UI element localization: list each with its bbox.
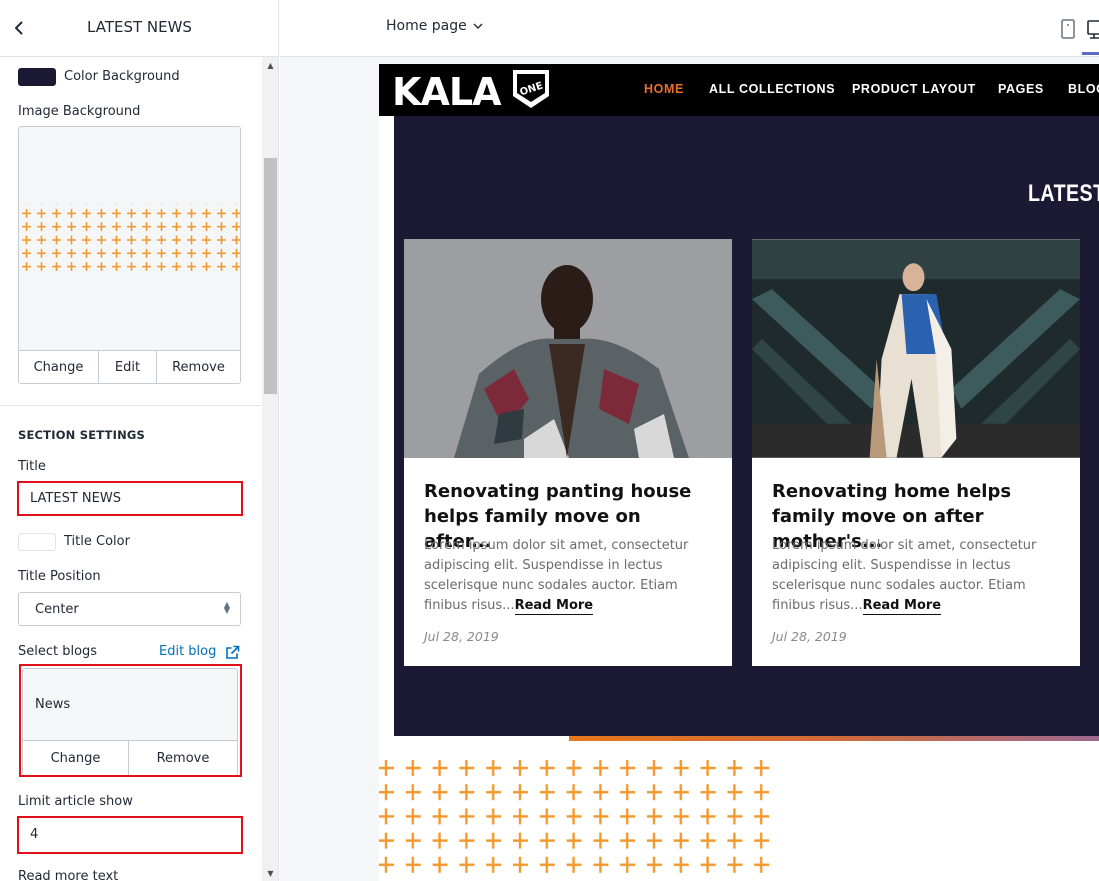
svg-text:KALA: KALA [392,70,502,113]
blog-change-button[interactable]: Change [23,741,129,775]
sidebar-header: LATEST NEWS [0,0,278,57]
preview-canvas: KALA ONE HOME ALL COLLECTIONS PRODUCT LA… [280,57,1099,881]
title-label: Title [18,459,46,474]
nav-product-layout[interactable]: PRODUCT LAYOUT [852,82,976,96]
article-image[interactable] [752,239,1080,458]
title-input[interactable]: LATEST NEWS [20,483,240,513]
section-divider [0,405,262,406]
color-background-swatch[interactable] [18,68,56,86]
mobile-view-icon[interactable] [1059,19,1077,39]
sidebar-title: LATEST NEWS [87,18,192,36]
plus-pattern-preview [19,204,240,271]
title-position-value: Center [35,601,79,617]
latest-news-section: LATEST Renovating panting house helps fa… [394,116,1099,736]
store-navbar: KALA ONE HOME ALL COLLECTIONS PRODUCT LA… [379,64,1099,116]
title-color-swatch[interactable] [18,533,56,551]
nav-all-collections[interactable]: ALL COLLECTIONS [709,82,835,96]
selected-blog-name: News [35,697,71,712]
kala-logo[interactable]: KALA ONE [392,67,552,113]
decorative-gradient-strip [569,736,1099,741]
external-link-icon[interactable] [225,645,240,660]
nav-pages[interactable]: PAGES [998,82,1044,96]
read-more-text-label: Read more text [18,869,119,881]
chevron-down-icon [473,23,483,29]
sidebar-scrollbar[interactable]: ▲ ▼ [262,57,278,881]
page-selector[interactable]: Home page [386,18,483,34]
image-background-picker: Change Edit Remove [18,126,241,384]
image-background-label: Image Background [18,104,141,119]
article-card[interactable]: Renovating home helps family move on aft… [752,239,1080,666]
plus-pattern [379,758,771,878]
article-date: Jul 28, 2019 [424,629,499,644]
blog-remove-button[interactable]: Remove [129,741,237,775]
image-edit-button[interactable]: Edit [99,351,157,383]
article-image[interactable] [404,239,732,458]
title-position-select[interactable]: Center ▲ ▼ [18,592,241,626]
article-excerpt: Lorem ipsum dolor sit amet, consectetur … [772,536,1062,616]
image-remove-button[interactable]: Remove [157,351,240,383]
settings-sidebar: LATEST NEWS Color Background Image Backg… [0,0,279,881]
image-actions: Change Edit Remove [19,350,240,383]
scrollbar-thumb[interactable] [264,158,277,394]
read-more-link[interactable]: Read More [514,598,594,615]
section-settings-heading: SECTION SETTINGS [18,428,146,442]
select-blogs-label: Select blogs [18,644,98,659]
read-more-link[interactable]: Read More [862,598,942,615]
title-position-label: Title Position [18,569,101,584]
article-excerpt: Lorem ipsum dolor sit amet, consectetur … [424,536,714,616]
limit-input[interactable]: 4 [20,818,240,851]
page-selector-label: Home page [386,18,467,34]
article-card[interactable]: Renovating panting house helps family mo… [404,239,732,666]
scroll-down-arrow-icon[interactable]: ▼ [262,865,278,881]
nav-home[interactable]: HOME [644,82,684,96]
limit-label: Limit article show [18,794,133,809]
edit-blog-link[interactable]: Edit blog [159,644,216,659]
selected-blogs-box: News Change Remove [22,668,238,776]
image-change-button[interactable]: Change [19,351,99,383]
nav-blog[interactable]: BLOG [1068,82,1099,96]
title-color-label: Title Color [64,534,130,549]
preview-topbar: Home page [280,0,1099,57]
color-background-label: Color Background [64,69,180,84]
desktop-view-icon[interactable] [1087,18,1099,40]
select-arrows-icon: ▲ ▼ [223,600,230,615]
blog-actions: Change Remove [23,740,237,775]
active-view-indicator [1082,52,1099,55]
article-date: Jul 28, 2019 [772,629,847,644]
latest-news-title: LATEST [1028,180,1099,207]
scroll-up-arrow-icon[interactable]: ▲ [262,57,278,73]
storefront-preview: KALA ONE HOME ALL COLLECTIONS PRODUCT LA… [379,64,1099,881]
